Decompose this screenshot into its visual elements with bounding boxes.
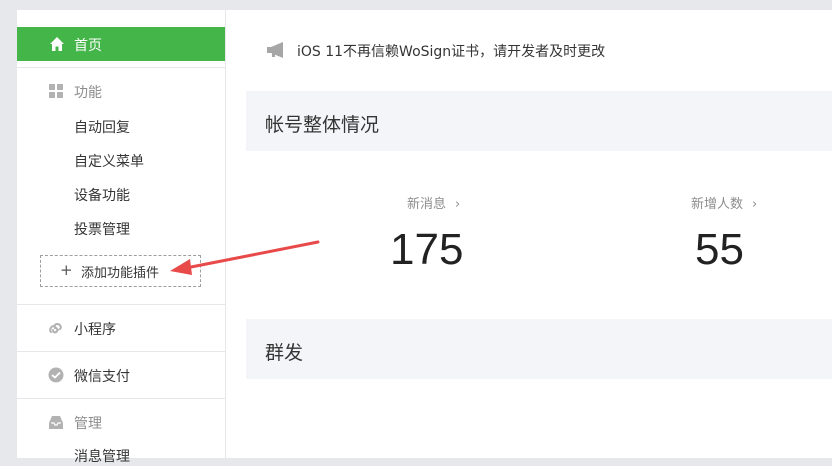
sidebar-item-device-features[interactable]: 设备功能 — [74, 185, 130, 205]
sidebar-section-features-label: 功能 — [74, 85, 102, 101]
inbox-icon — [49, 416, 63, 429]
chevron-right-icon: › — [455, 197, 461, 212]
sidebar-item-home-label: 首页 — [74, 38, 102, 54]
divider — [17, 351, 225, 352]
main-content: iOS 11不再信赖WoSign证书，请开发者及时更改 帐号整体情况 新消息 › … — [226, 10, 832, 458]
divider — [17, 304, 225, 305]
new-followers-link[interactable]: 新增人数 › — [691, 193, 757, 212]
sidebar-item-wechat-pay-label: 微信支付 — [74, 369, 130, 385]
account-overview-header: 帐号整体情况 — [246, 91, 832, 151]
sidebar-item-mini-program[interactable]: 小程序 — [17, 316, 225, 340]
sidebar-item-vote-management[interactable]: 投票管理 — [74, 219, 130, 239]
broadcast-header: 群发 — [246, 319, 832, 379]
new-messages-link[interactable]: 新消息 › — [407, 193, 460, 212]
new-followers-count: 55 — [695, 225, 744, 274]
plus-icon: + — [60, 261, 73, 279]
sidebar-item-mini-program-label: 小程序 — [74, 322, 116, 338]
sidebar-section-manage[interactable]: 管理 — [17, 410, 225, 434]
divider — [17, 67, 225, 68]
account-overview-title: 帐号整体情况 — [265, 114, 380, 136]
annotation-arrow — [170, 240, 320, 275]
chevron-right-icon: › — [752, 197, 758, 212]
megaphone-icon — [267, 42, 283, 58]
notice-text[interactable]: iOS 11不再信赖WoSign证书，请开发者及时更改 — [297, 41, 605, 61]
sidebar-section-features[interactable]: 功能 — [17, 79, 225, 103]
wechat-pay-icon — [48, 367, 64, 383]
sidebar-item-custom-menu[interactable]: 自定义菜单 — [74, 151, 144, 171]
sidebar-item-message-management[interactable]: 消息管理 — [74, 446, 130, 466]
sidebar-section-manage-label: 管理 — [74, 416, 102, 432]
add-plugin-label: 添加功能插件 — [81, 266, 160, 281]
sidebar-item-home[interactable]: 首页 — [17, 27, 225, 61]
new-messages-count: 175 — [390, 225, 464, 274]
link-icon — [49, 323, 62, 334]
sidebar: 首页 功能 自动回复 自定义菜单 设备功能 投票管理 + 添加功能插件 小程序 … — [17, 10, 226, 465]
broadcast-title: 群发 — [265, 342, 304, 364]
divider — [17, 398, 225, 399]
sidebar-item-auto-reply[interactable]: 自动回复 — [74, 117, 130, 137]
home-icon — [50, 37, 64, 51]
grid-icon — [49, 84, 63, 98]
sidebar-item-wechat-pay[interactable]: 微信支付 — [17, 363, 225, 387]
